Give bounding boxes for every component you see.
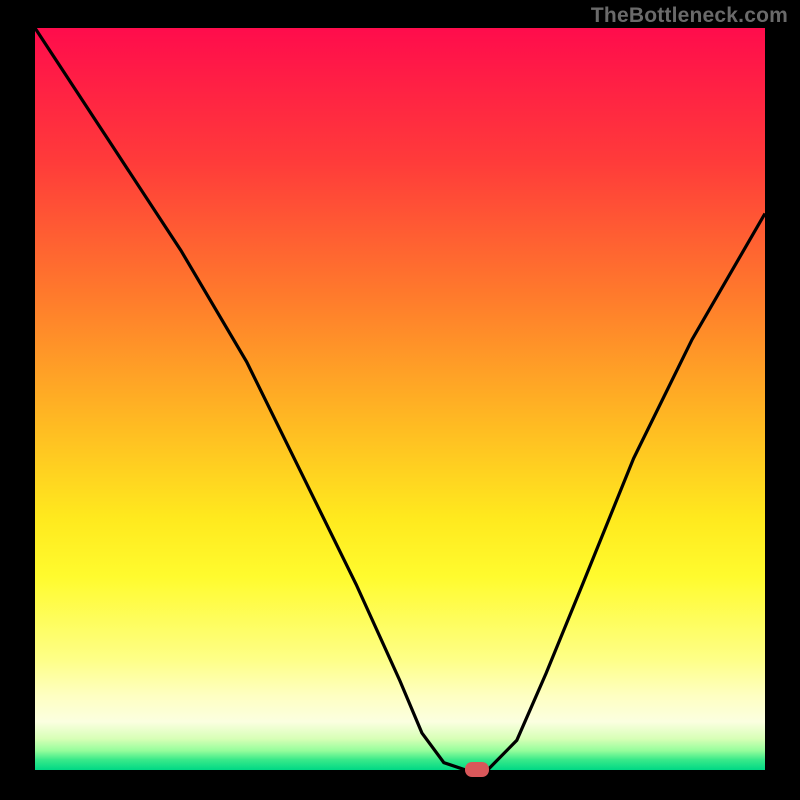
- bottleneck-plot: [0, 0, 800, 800]
- optimal-marker: [465, 762, 489, 777]
- chart-frame: TheBottleneck.com: [0, 0, 800, 800]
- plot-background: [35, 28, 765, 770]
- watermark-text: TheBottleneck.com: [591, 4, 788, 28]
